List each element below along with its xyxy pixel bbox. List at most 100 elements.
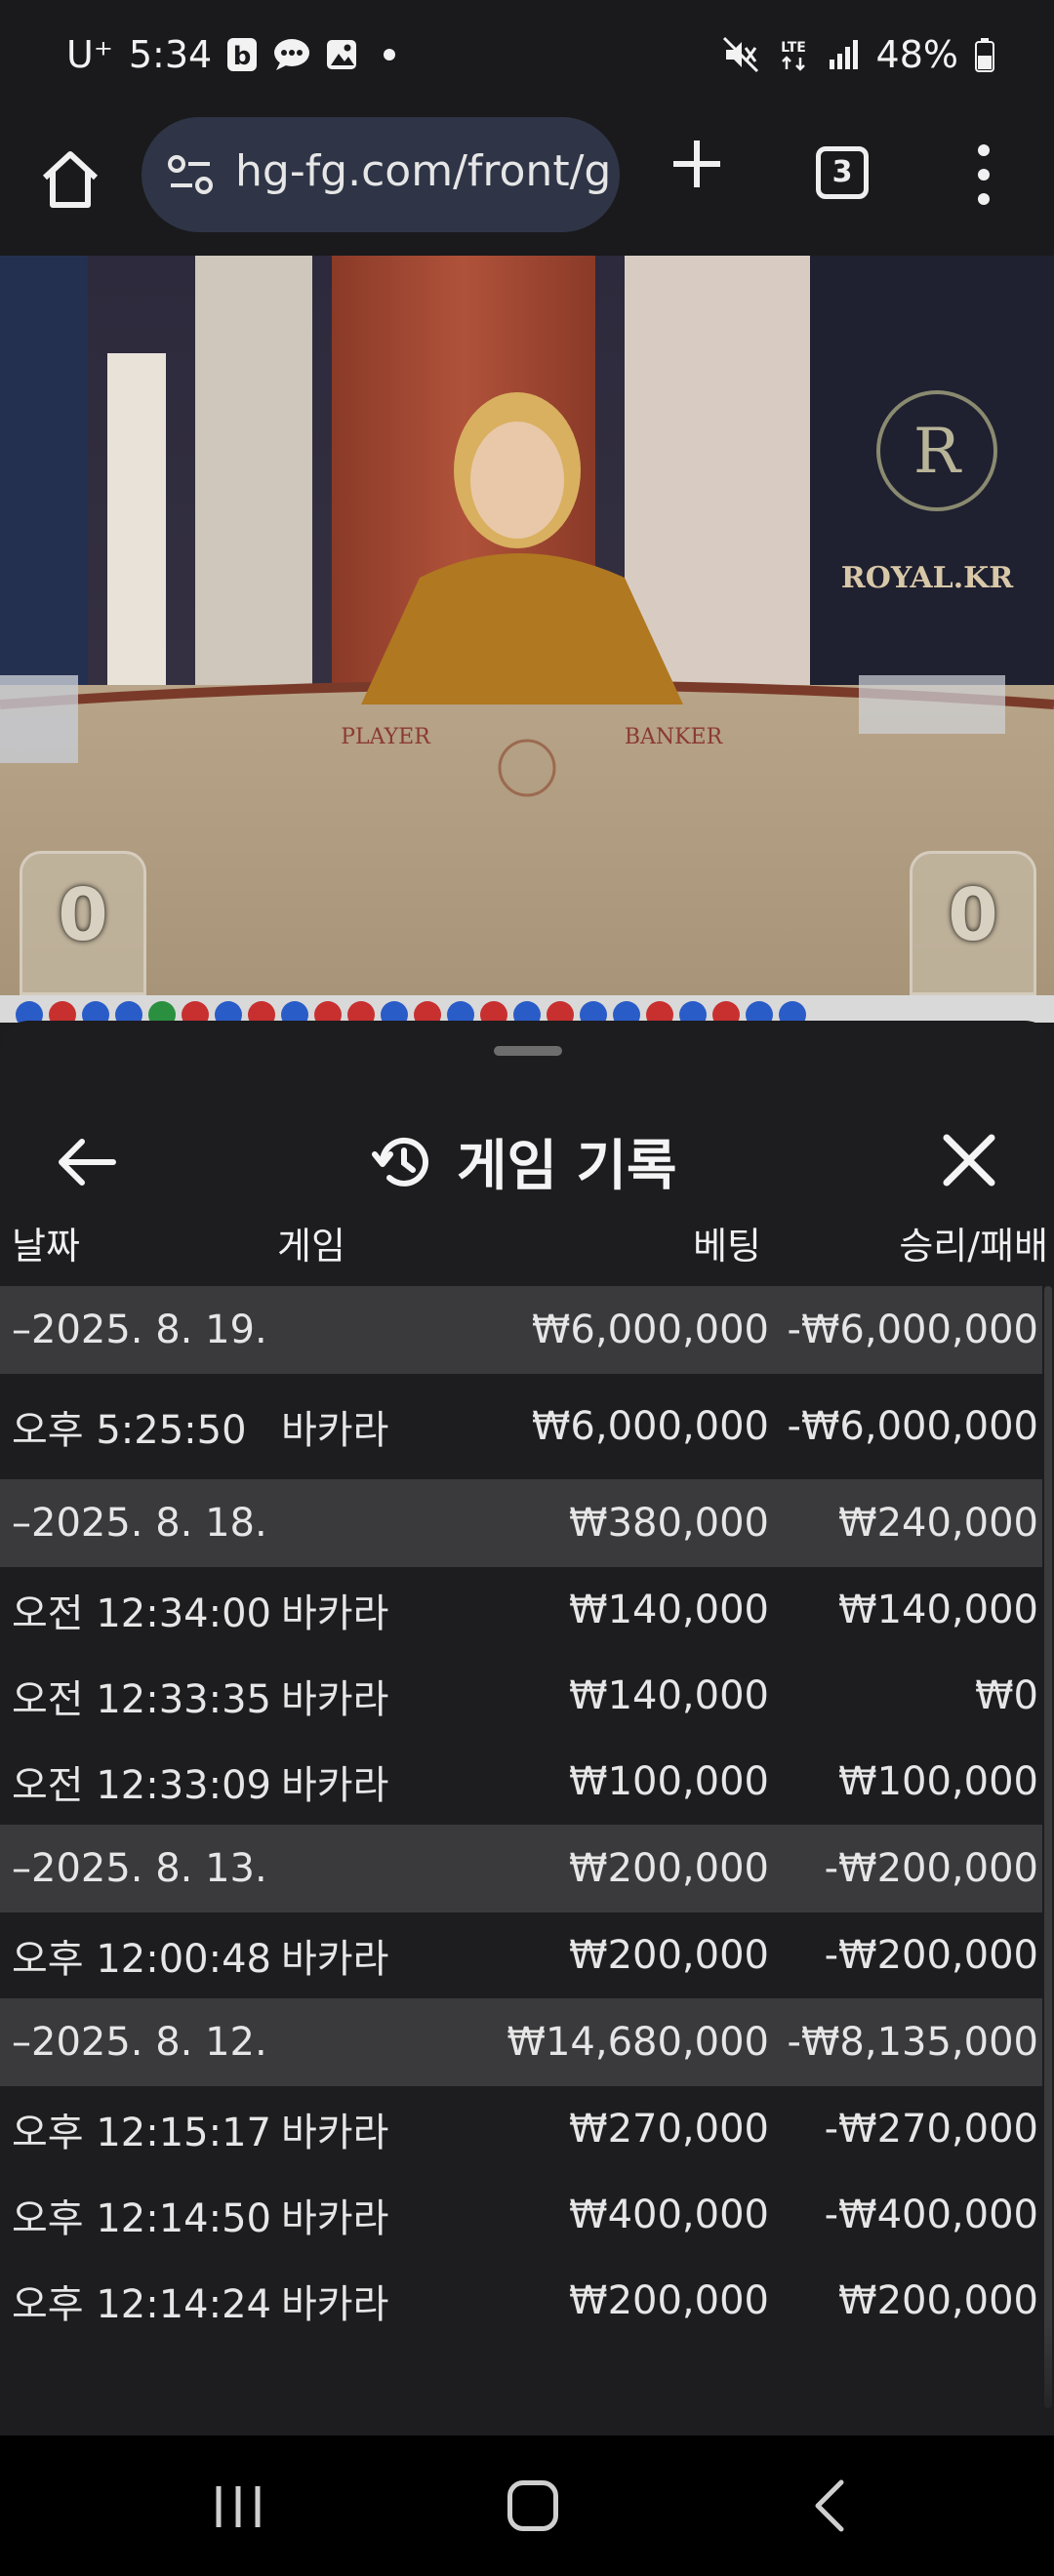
status-bar: U⁺ 5:34 b LTE 48%	[0, 0, 1054, 117]
system-nav-bar	[0, 2435, 1054, 2576]
row-bet: ₩140,000	[569, 1588, 769, 1632]
sheet-title: 게임 기록	[457, 1135, 677, 1198]
table-player-label: PLAYER	[341, 725, 431, 749]
nav-home-icon[interactable]	[507, 2480, 558, 2531]
row-bet: ₩14,680,000	[507, 2020, 769, 2065]
history-row: 오전 12:33:35 바카라 ₩140,000 ₩0	[0, 1653, 1042, 1739]
url-bar[interactable]: hg-fg.com/front/g	[142, 117, 620, 232]
row-result: -₩200,000	[824, 1933, 1038, 1978]
row-date: 오전 12:34:00	[12, 1591, 271, 1636]
recents-icon[interactable]	[213, 2482, 264, 2531]
tab-switcher-icon[interactable]: 3	[816, 146, 869, 199]
column-header-result: 승리/패배	[899, 1225, 1048, 1268]
row-bet: ₩100,000	[569, 1759, 769, 1804]
live-dealer-video[interactable]: R ROYAL.KR PLAYER BANKER 0 0	[0, 256, 1054, 995]
row-game: 바카라	[281, 2282, 389, 2327]
row-date: 오후 12:15:17	[12, 2111, 271, 2155]
row-date: –2025. 8. 13.	[12, 1846, 267, 1891]
nav-back-icon[interactable]	[810, 2478, 849, 2533]
svg-text:R: R	[913, 416, 962, 488]
new-tab-plus-icon[interactable]	[669, 137, 724, 191]
signal-icon	[829, 40, 858, 69]
row-game: 바카라	[281, 2196, 389, 2241]
more-vert-icon[interactable]	[974, 141, 993, 209]
scrollbar[interactable]	[1044, 1286, 1052, 2408]
row-game: 바카라	[281, 1937, 389, 1982]
row-date: 오후 12:14:24	[12, 2282, 271, 2327]
sheet-title-group: 게임 기록	[371, 1122, 677, 1201]
battery-percent: 48%	[875, 33, 958, 76]
history-table: –2025. 8. 19. ₩6,000,000 -₩6,000,000 오후 5:2…	[0, 1286, 1042, 2344]
brand-logo-text: ROYAL.KR	[841, 561, 1014, 595]
battery-icon	[975, 38, 994, 72]
browser-toolbar: hg-fg.com/front/g 3	[0, 117, 1054, 256]
history-row: 오전 12:33:09 바카라 ₩100,000 ₩100,000	[0, 1739, 1042, 1825]
row-date: 오후 5:25:50	[12, 1408, 247, 1453]
row-result: -₩8,135,000	[787, 2020, 1038, 2065]
row-bet: ₩200,000	[569, 1933, 769, 1978]
row-game: 바카라	[281, 1677, 389, 1722]
date-group-row[interactable]: –2025. 8. 12. ₩14,680,000 -₩8,135,000	[0, 1998, 1042, 2086]
row-bet: ₩200,000	[569, 1846, 769, 1891]
row-result: -₩200,000	[824, 1846, 1038, 1891]
banker-score-box: 0	[910, 851, 1036, 995]
svg-text:b: b	[233, 42, 252, 71]
carrier-label: U⁺	[66, 33, 113, 76]
row-date: 오전 12:33:09	[12, 1763, 271, 1808]
row-game: 바카라	[281, 2111, 389, 2155]
close-icon[interactable]	[937, 1128, 1001, 1192]
video-frame: R ROYAL.KR PLAYER BANKER	[0, 256, 1054, 995]
home-icon[interactable]	[35, 144, 105, 215]
row-game: 바카라	[281, 1591, 389, 1636]
b-app-icon: b	[227, 38, 258, 71]
row-date: –2025. 8. 12.	[12, 2020, 267, 2065]
row-date: 오전 12:33:35	[12, 1677, 271, 1722]
date-group-row[interactable]: –2025. 8. 19. ₩6,000,000 -₩6,000,000	[0, 1286, 1042, 1374]
bead-road-strip	[0, 995, 1054, 1028]
back-arrow-icon[interactable]	[53, 1128, 121, 1196]
row-game: 바카라	[281, 1763, 389, 1808]
history-row: 오후 12:00:48 바카라 ₩200,000 -₩200,000	[0, 1912, 1042, 1998]
row-bet: ₩6,000,000	[531, 1404, 769, 1449]
player-score: 0	[58, 873, 108, 957]
tab-count: 3	[831, 155, 853, 189]
row-date: –2025. 8. 18.	[12, 1501, 267, 1546]
column-header-bet: 베팅	[693, 1225, 761, 1268]
history-row: 오후 5:25:50 바카라 ₩6,000,000 -₩6,000,000	[0, 1374, 1042, 1479]
lte-icon: LTE	[781, 40, 806, 71]
row-result: ₩0	[975, 1673, 1038, 1718]
row-bet: ₩270,000	[569, 2107, 769, 2152]
row-bet: ₩380,000	[569, 1501, 769, 1546]
lte-label: LTE	[781, 40, 806, 56]
url-text[interactable]: hg-fg.com/front/g	[235, 146, 611, 196]
history-row: 오후 12:14:24 바카라 ₩200,000 ₩200,000	[0, 2258, 1042, 2344]
row-result: ₩240,000	[838, 1501, 1038, 1546]
history-icon	[372, 1137, 428, 1187]
row-game: 바카라	[281, 1408, 389, 1453]
row-result: ₩100,000	[838, 1759, 1038, 1804]
row-bet: ₩140,000	[569, 1673, 769, 1718]
date-group-row[interactable]: –2025. 8. 18. ₩380,000 ₩240,000	[0, 1479, 1042, 1567]
column-header-date: 날짜	[12, 1225, 80, 1268]
dot-icon	[384, 49, 396, 60]
history-row: 오후 12:15:17 바카라 ₩270,000 -₩270,000	[0, 2086, 1042, 2172]
row-bet: ₩400,000	[569, 2193, 769, 2237]
player-score-box: 0	[20, 851, 146, 995]
row-bet: ₩6,000,000	[531, 1308, 769, 1352]
date-group-row[interactable]: –2025. 8. 13. ₩200,000 -₩200,000	[0, 1825, 1042, 1912]
table-banker-label: BANKER	[625, 725, 724, 749]
sheet-drag-handle[interactable]	[494, 1046, 562, 1056]
bead-road-dots	[16, 1001, 806, 1028]
clock-time: 5:34	[128, 33, 213, 76]
history-row: 오후 12:14:50 바카라 ₩400,000 -₩400,000	[0, 2172, 1042, 2258]
row-result: ₩140,000	[838, 1588, 1038, 1632]
site-settings-icon[interactable]	[167, 154, 214, 195]
row-bet: ₩200,000	[569, 2278, 769, 2323]
column-header-game: 게임	[277, 1225, 345, 1268]
row-result: ₩200,000	[838, 2278, 1038, 2323]
banker-score: 0	[948, 873, 998, 957]
mute-icon	[722, 36, 758, 73]
game-history-sheet: 게임 기록 날짜 게임 베팅 승리/패배 –2025. 8. 19. ₩6,000…	[0, 1021, 1054, 2435]
row-result: -₩6,000,000	[787, 1308, 1038, 1352]
row-date: –2025. 8. 19.	[12, 1308, 267, 1352]
